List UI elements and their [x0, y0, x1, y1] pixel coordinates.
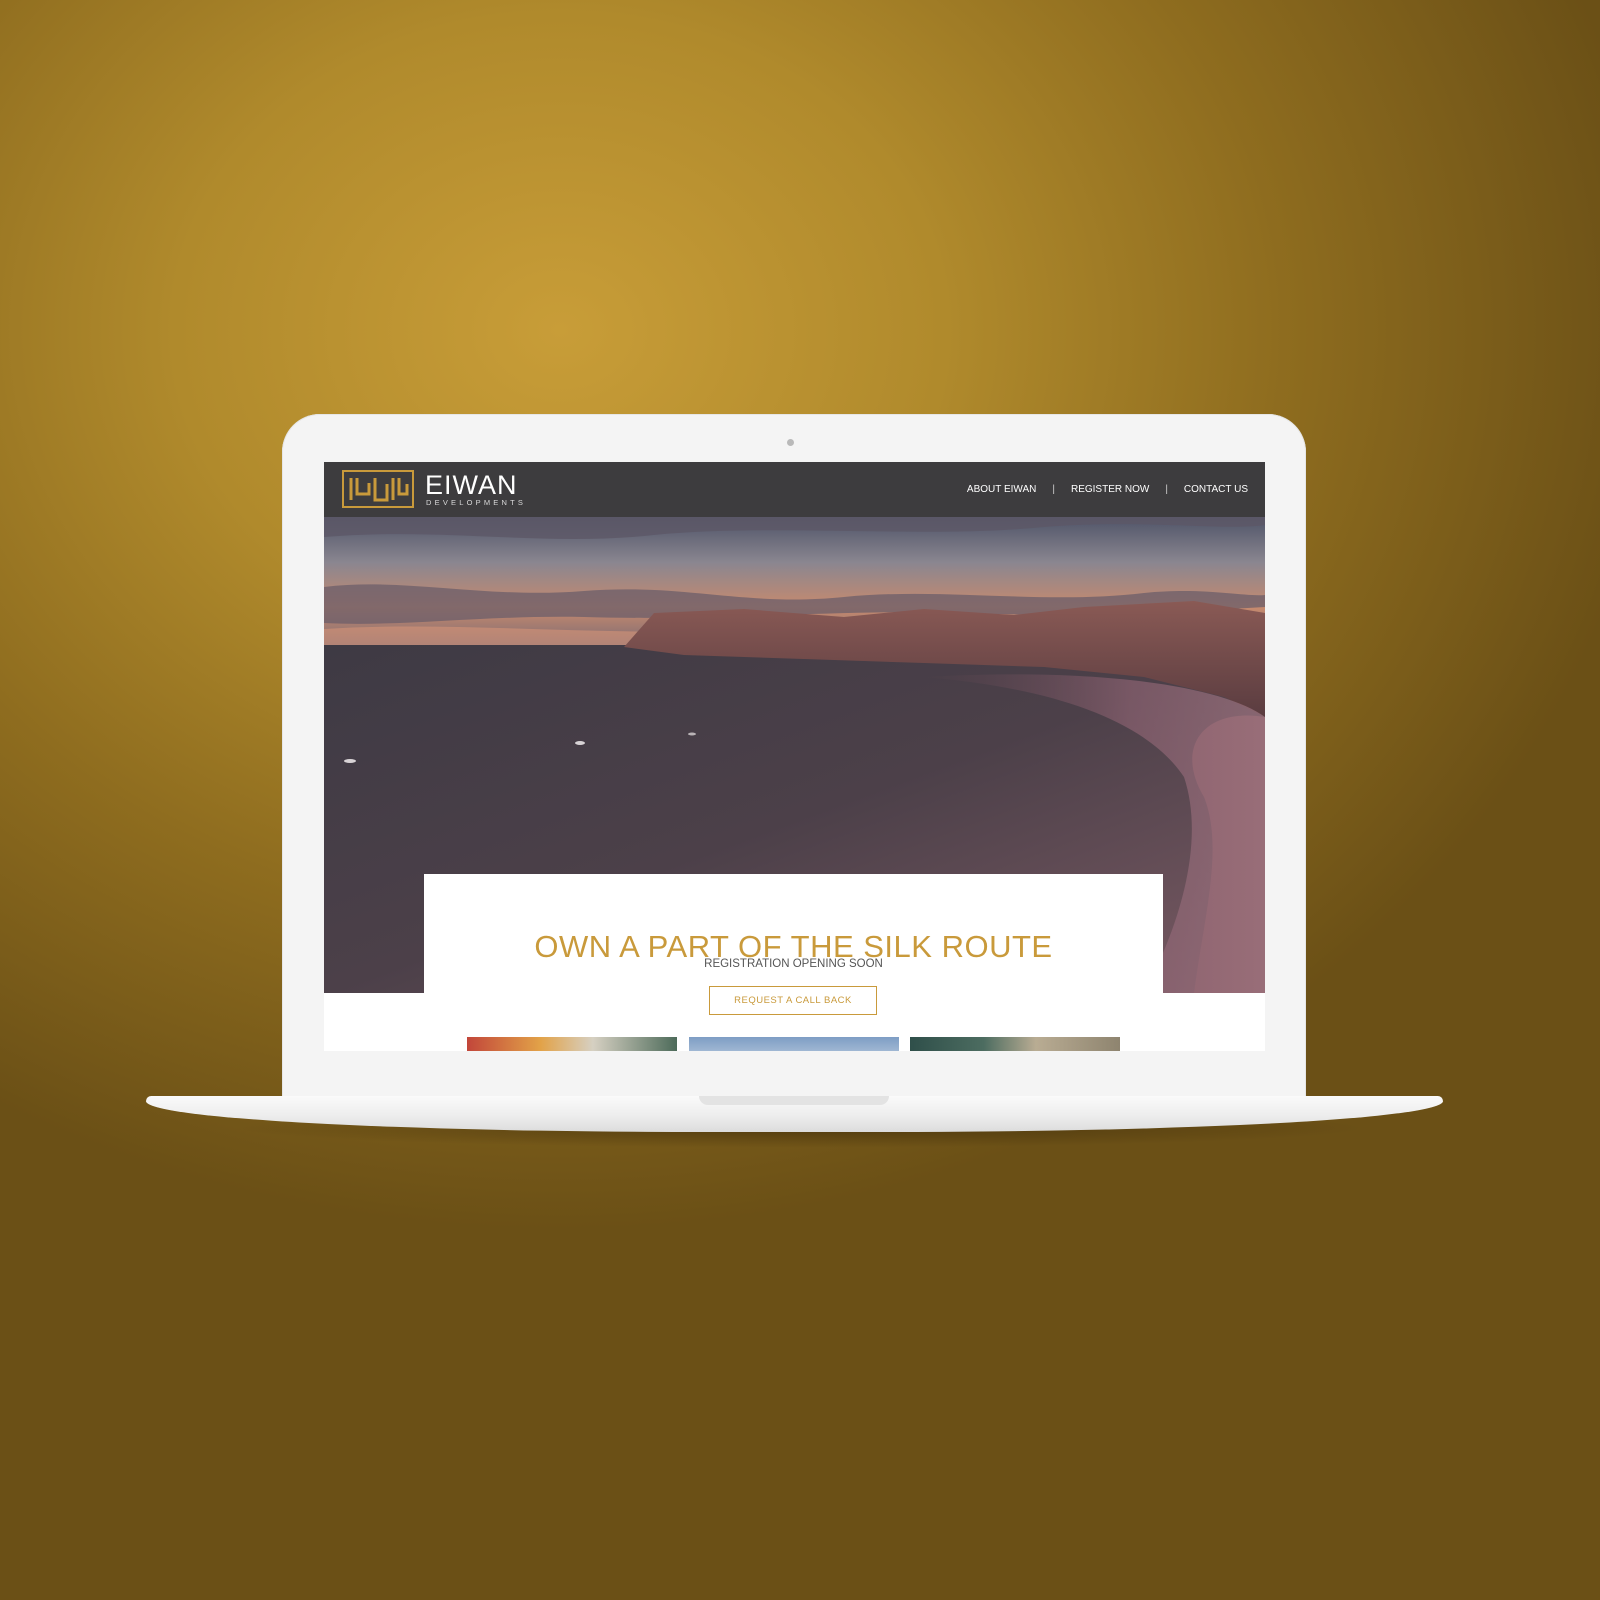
sky-thumbnail[interactable]: [689, 1037, 899, 1051]
coast-thumbnail[interactable]: [910, 1037, 1120, 1051]
request-call-back-button[interactable]: REQUEST A CALL BACK: [709, 986, 877, 1015]
flag-thumbnail[interactable]: [467, 1037, 677, 1051]
laptop-screen: EIWAN DEVELOPMENTS ABOUT EIWAN | REGISTE…: [324, 462, 1265, 1051]
nav-separator: |: [1052, 484, 1055, 495]
webcam-icon: [787, 439, 794, 446]
hero-subtitle: REGISTRATION OPENING SOON: [704, 958, 883, 970]
eiwan-logo-icon[interactable]: [342, 470, 414, 508]
nav-link-about[interactable]: ABOUT EIWAN: [967, 484, 1036, 496]
main-nav: ABOUT EIWAN | REGISTER NOW | CONTACT US: [967, 484, 1248, 496]
laptop-lid: EIWAN DEVELOPMENTS ABOUT EIWAN | REGISTE…: [282, 414, 1306, 1099]
logo-tagline: DEVELOPMENTS: [426, 498, 527, 507]
nav-separator: |: [1165, 484, 1168, 495]
site-header: EIWAN DEVELOPMENTS ABOUT EIWAN | REGISTE…: [324, 462, 1265, 517]
nav-link-register[interactable]: REGISTER NOW: [1071, 484, 1149, 496]
nav-link-contact[interactable]: CONTACT US: [1184, 484, 1248, 496]
logo-wordmark[interactable]: EIWAN: [425, 472, 518, 499]
cta-panel: OWN A PART OF THE SILK ROUTE REGISTRATIO…: [424, 874, 1163, 999]
laptop-hinge-notch: [699, 1096, 889, 1105]
